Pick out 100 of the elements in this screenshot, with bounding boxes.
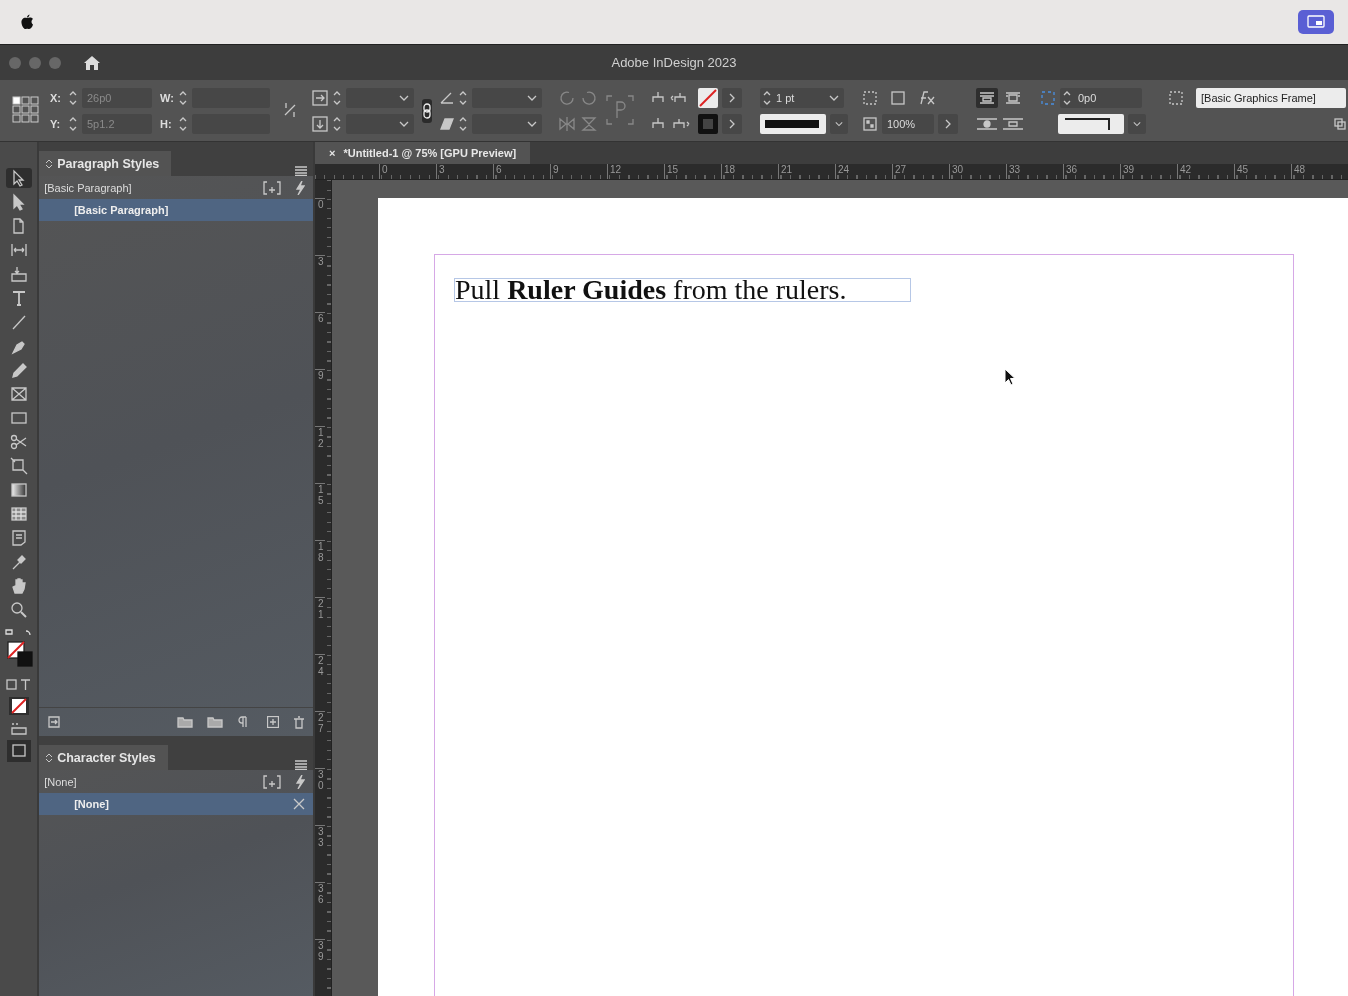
- caret-icon: [399, 93, 409, 102]
- scissors-icon: [8, 432, 29, 452]
- wrap-icon: [1002, 116, 1024, 131]
- scale-icon: [312, 115, 328, 132]
- opacity-field[interactable]: 100%: [882, 113, 934, 134]
- style-item[interactable]: [None]: [39, 793, 313, 815]
- window-title: Adobe InDesign 2023: [611, 55, 737, 70]
- display-icon: [1307, 15, 1325, 29]
- stroke-swatch[interactable]: [698, 113, 718, 134]
- stepper-icon: [332, 89, 342, 106]
- document-tab[interactable]: × *Untitled-1 @ 75% [GPU Preview]: [315, 142, 531, 164]
- menu-icon: [295, 166, 307, 176]
- display-button[interactable]: [1298, 10, 1334, 34]
- gradient-icon: [8, 480, 29, 500]
- object-style-field[interactable]: [Basic Graphics Frame]: [1196, 87, 1346, 108]
- current-style: [Basic Paragraph]: [44, 181, 132, 194]
- stepper-icon: [178, 89, 188, 106]
- dropdown-field[interactable]: [346, 87, 414, 108]
- view-mode-icon: [6, 740, 31, 762]
- formatting-icon: [4, 678, 33, 692]
- close-button[interactable]: ×: [329, 146, 336, 159]
- panel-tab[interactable]: Character Styles: [39, 745, 168, 770]
- panel-tab[interactable]: Paragraph Styles: [39, 151, 172, 176]
- trash-icon: [293, 715, 305, 729]
- menu-icon: [295, 760, 307, 770]
- reference-point-icon: [12, 95, 40, 124]
- constrain-button[interactable]: [422, 98, 432, 123]
- shear-icon: [440, 116, 454, 131]
- corner-size-field[interactable]: 0p0: [1060, 87, 1142, 108]
- caret-icon: [399, 119, 409, 128]
- home-button[interactable]: [83, 54, 101, 71]
- flip-icon: [558, 115, 576, 132]
- feather-icon: [8, 504, 29, 524]
- stepper-icon: [762, 89, 772, 106]
- effects-icon: [918, 89, 936, 106]
- bracket-icon: [606, 94, 634, 125]
- pointer-icon: [1004, 368, 1016, 386]
- tab-title: *Untitled-1 @ 75% [GPU Preview]: [343, 146, 517, 159]
- none-icon: [699, 88, 717, 107]
- collector-icon: [8, 264, 29, 284]
- wrap-icon: [979, 90, 995, 105]
- stepper-icon: [458, 89, 468, 106]
- fill-swatch[interactable]: [698, 87, 718, 108]
- frame-icon: [8, 384, 29, 404]
- caret-icon: [527, 93, 537, 102]
- angle-icon: [440, 90, 454, 105]
- text-frame[interactable]: Pull Ruler Guides from the rulers.: [454, 278, 912, 302]
- clear-icon: [293, 798, 305, 810]
- stepper-icon: [332, 115, 342, 132]
- scale-icon: [312, 89, 328, 106]
- none-icon: [7, 696, 30, 716]
- flip-icon: [580, 115, 598, 132]
- folder-icon: [177, 716, 193, 728]
- stepper-icon: [178, 115, 188, 132]
- updown-icon: [45, 752, 54, 763]
- corner-icon: [862, 89, 878, 106]
- chevron-icon: [945, 118, 951, 129]
- brackets-icon: [263, 774, 281, 789]
- chevron-button[interactable]: [722, 113, 742, 134]
- stepper-icon: [68, 89, 78, 106]
- corner-icon: [1040, 89, 1056, 106]
- fill-stroke-icon: [3, 628, 34, 670]
- apple-icon: [20, 14, 34, 30]
- lightning-icon: [295, 774, 305, 789]
- caret-icon: [527, 119, 537, 128]
- stroke-type-field[interactable]: [760, 113, 826, 134]
- tool-button[interactable]: [5, 168, 32, 188]
- vertical-ruler[interactable]: 0 3 6 9 12 15 18 21 24 27 30 33 36 39: [315, 180, 332, 996]
- dropdown-field[interactable]: [346, 113, 414, 134]
- caret-icon: [1133, 119, 1141, 128]
- style-icon: [1168, 89, 1184, 106]
- stroke-weight-field[interactable]: 1 pt: [760, 87, 844, 108]
- style-item[interactable]: [Basic Paragraph]: [39, 199, 313, 221]
- dropdown-field[interactable]: [472, 87, 542, 108]
- field-label: W:: [160, 91, 174, 104]
- link-icon: [422, 102, 432, 119]
- square-icon: [890, 89, 906, 106]
- updown-icon: [45, 158, 54, 169]
- chevron-icon: [729, 92, 735, 103]
- wrap-button[interactable]: [976, 87, 998, 108]
- field-label: H:: [160, 117, 173, 130]
- stepper-icon: [68, 115, 78, 132]
- folder-icon: [207, 716, 223, 728]
- field-label: Y:: [50, 117, 62, 130]
- add-icon: [267, 716, 279, 728]
- caret-icon: [835, 119, 843, 128]
- home-icon: [83, 54, 101, 71]
- panel-icon: [1334, 117, 1346, 130]
- search-icon: [8, 600, 29, 620]
- dropdown-field[interactable]: [830, 113, 848, 134]
- dropdown-field[interactable]: [472, 113, 542, 134]
- chevron-button[interactable]: [938, 113, 958, 134]
- field-label: X:: [50, 91, 62, 104]
- wrap-icon: [976, 116, 998, 131]
- current-style: [None]: [44, 775, 77, 788]
- corner-shape-field[interactable]: [1058, 113, 1124, 134]
- dropdown-field[interactable]: [1128, 113, 1146, 134]
- transform-icon: [8, 456, 29, 476]
- brackets-icon: [263, 180, 281, 195]
- caret-icon: [829, 93, 839, 102]
